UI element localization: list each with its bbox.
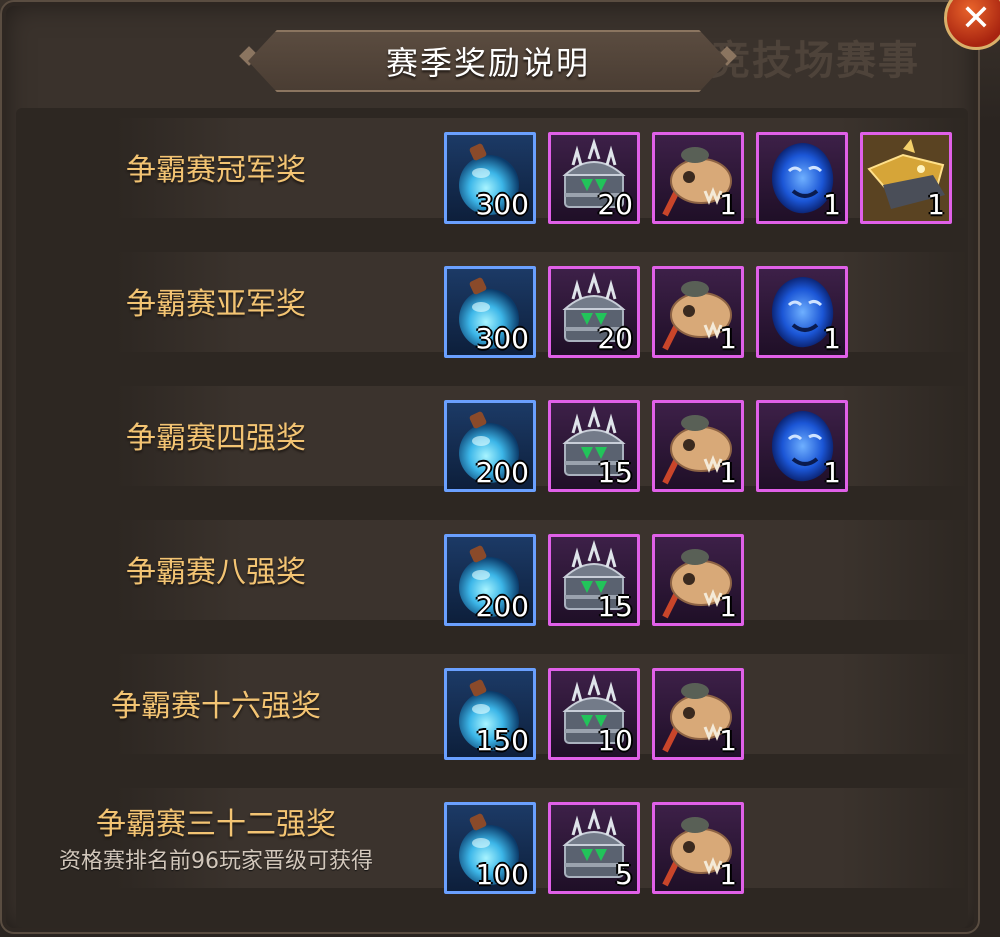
item-count: 1 (927, 188, 945, 221)
reward-item-slot[interactable]: 1 (756, 266, 848, 358)
item-count: 300 (475, 188, 529, 221)
reward-label: 争霸赛三十二强奖资格赛排名前96玩家晋级可获得 (16, 778, 416, 896)
reward-item-slot[interactable]: 200 (444, 400, 536, 492)
close-icon: ✕ (960, 0, 992, 39)
reward-label: 争霸赛八强奖 (16, 510, 416, 628)
reward-item-slot[interactable]: 1 (652, 266, 744, 358)
reward-items: 100 5 1 (444, 802, 744, 894)
item-count: 150 (475, 724, 529, 757)
item-count: 1 (719, 858, 737, 891)
reward-items: 200 15 1 (444, 534, 744, 626)
reward-row: 争霸赛八强奖 200 15 1 (16, 510, 968, 628)
reward-name: 争霸赛四强奖 (126, 421, 306, 456)
reward-item-slot[interactable]: 15 (548, 534, 640, 626)
reward-items: 200 15 1 1 (444, 400, 848, 492)
item-count: 1 (719, 590, 737, 623)
reward-condition: 资格赛排名前96玩家晋级可获得 (59, 849, 373, 874)
reward-name: 争霸赛三十二强奖 (96, 807, 336, 842)
reward-name: 争霸赛冠军奖 (126, 153, 306, 188)
reward-item-slot[interactable]: 1 (652, 132, 744, 224)
item-count: 1 (823, 456, 841, 489)
title-banner: 赛季奖励说明 (248, 30, 728, 92)
reward-item-slot[interactable]: 200 (444, 534, 536, 626)
reward-item-slot[interactable]: 5 (548, 802, 640, 894)
reward-row: 争霸赛十六强奖 150 10 1 (16, 644, 968, 762)
reward-row: 争霸赛四强奖 200 15 1 1 (16, 376, 968, 494)
reward-label: 争霸赛亚军奖 (16, 242, 416, 360)
item-count: 200 (475, 456, 529, 489)
reward-item-slot[interactable]: 150 (444, 668, 536, 760)
item-count: 1 (823, 322, 841, 355)
reward-item-slot[interactable]: 20 (548, 266, 640, 358)
reward-item-slot[interactable]: 1 (756, 132, 848, 224)
reward-items: 150 10 1 (444, 668, 744, 760)
reward-row: 争霸赛冠军奖 300 20 1 1 1 (16, 108, 968, 226)
item-count: 200 (475, 590, 529, 623)
reward-list: 争霸赛冠军奖 300 20 1 1 1 争霸赛亚军奖 300 20 1 1 争霸… (16, 108, 968, 928)
item-count: 1 (719, 456, 737, 489)
item-count: 15 (597, 590, 633, 623)
reward-item-slot[interactable]: 1 (652, 534, 744, 626)
item-count: 5 (615, 858, 633, 891)
item-count: 1 (719, 188, 737, 221)
reward-items: 300 20 1 1 (444, 266, 848, 358)
reward-row: 争霸赛亚军奖 300 20 1 1 (16, 242, 968, 360)
reward-name: 争霸赛亚军奖 (126, 287, 306, 322)
reward-item-slot[interactable]: 20 (548, 132, 640, 224)
item-count: 1 (823, 188, 841, 221)
reward-item-slot[interactable]: 10 (548, 668, 640, 760)
item-count: 20 (597, 322, 633, 355)
item-count: 1 (719, 322, 737, 355)
reward-item-slot[interactable]: 1 (860, 132, 952, 224)
item-count: 15 (597, 456, 633, 489)
reward-item-slot[interactable]: 1 (652, 400, 744, 492)
item-count: 300 (475, 322, 529, 355)
reward-label: 争霸赛冠军奖 (16, 108, 416, 226)
item-count: 100 (475, 858, 529, 891)
reward-label: 争霸赛四强奖 (16, 376, 416, 494)
reward-label: 争霸赛十六强奖 (16, 644, 416, 762)
reward-item-slot[interactable]: 1 (652, 668, 744, 760)
reward-row: 争霸赛三十二强奖资格赛排名前96玩家晋级可获得 100 5 1 (16, 778, 968, 896)
reward-items: 300 20 1 1 1 (444, 132, 952, 224)
dialog-title: 赛季奖励说明 (385, 44, 590, 82)
item-count: 10 (597, 724, 633, 757)
reward-item-slot[interactable]: 100 (444, 802, 536, 894)
reward-item-slot[interactable]: 15 (548, 400, 640, 492)
item-count: 1 (719, 724, 737, 757)
reward-item-slot[interactable]: 300 (444, 132, 536, 224)
reward-name: 争霸赛八强奖 (126, 555, 306, 590)
item-count: 20 (597, 188, 633, 221)
reward-name: 争霸赛十六强奖 (111, 689, 321, 724)
reward-item-slot[interactable]: 1 (756, 400, 848, 492)
reward-item-slot[interactable]: 1 (652, 802, 744, 894)
reward-item-slot[interactable]: 300 (444, 266, 536, 358)
